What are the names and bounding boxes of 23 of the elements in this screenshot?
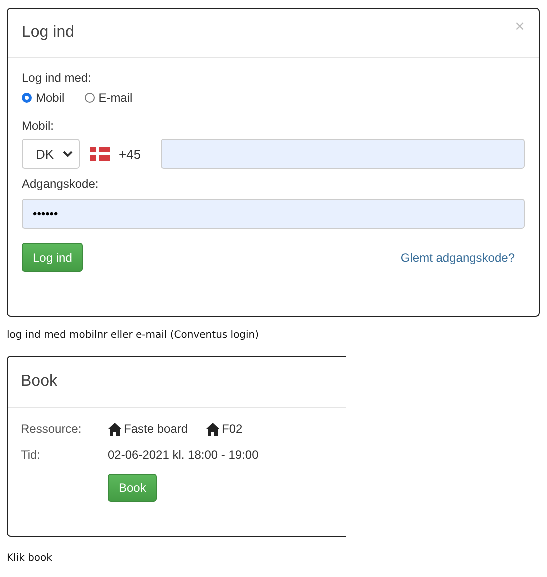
radio-option[interactable]: E-mail — [84, 91, 133, 105]
panel-title: Book — [21, 373, 58, 391]
caption: Klik book — [7, 553, 54, 564]
phone-input[interactable] — [161, 139, 525, 169]
field-label: Ressource: — [21, 422, 83, 436]
resource-name: Faste board — [124, 422, 188, 436]
field-label: Log ind med: — [22, 71, 92, 85]
flag-icon — [90, 147, 110, 161]
time-value: 02-06-2021 kl. 18:00 - 19:00 — [108, 448, 259, 462]
field-label: Mobil: — [22, 119, 54, 133]
country-select[interactable]: DK — [22, 139, 80, 169]
home-icon — [206, 422, 220, 436]
chevron-icon — [63, 150, 73, 158]
field-label: Adgangskode: — [22, 177, 99, 191]
home-icon — [108, 422, 122, 436]
forgot-password-link[interactable]: Glemt adgangskode? — [400, 250, 515, 264]
dialog-title: Log ind — [22, 24, 74, 42]
resource-name: F02 — [222, 422, 243, 436]
radio-option[interactable]: Mobil — [22, 91, 65, 105]
password-input[interactable]: •••••• — [22, 199, 525, 229]
field-label: Tid: — [21, 448, 42, 462]
dial-code: +45 — [119, 146, 142, 162]
caption: log ind med mobilnr eller e-mail (Conventus login) — [7, 330, 260, 343]
